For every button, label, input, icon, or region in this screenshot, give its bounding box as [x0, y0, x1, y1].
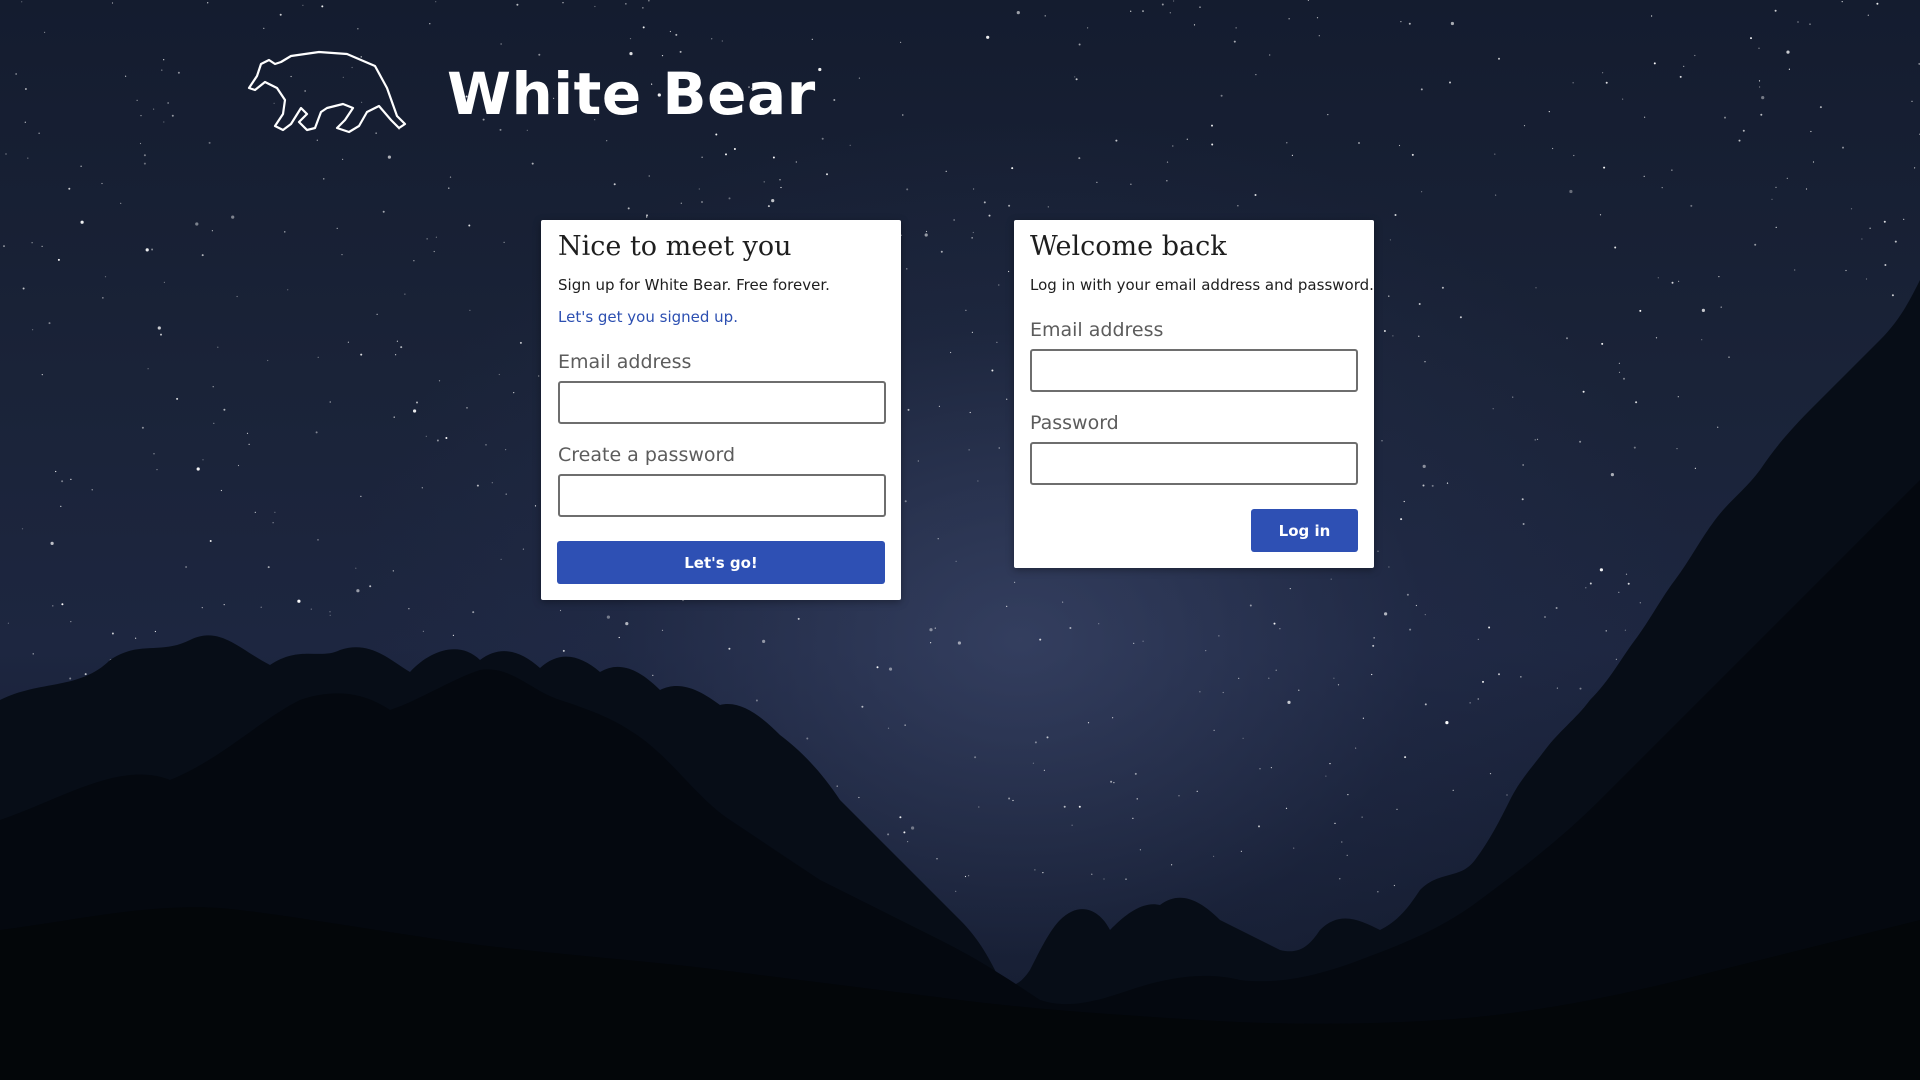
- signup-subtitle: Sign up for White Bear. Free forever.: [558, 276, 830, 294]
- bear-constellation-icon: [247, 50, 407, 134]
- signup-email-label: Email address: [558, 351, 692, 373]
- app-title: White Bear: [447, 60, 816, 128]
- signup-password-label: Create a password: [558, 444, 736, 466]
- login-subtitle: Log in with your email address and passw…: [1030, 276, 1374, 294]
- signup-email-input[interactable]: [558, 381, 886, 424]
- login-email-label: Email address: [1030, 319, 1164, 341]
- signup-card: Nice to meet you Sign up for White Bear.…: [541, 220, 901, 600]
- login-submit-button[interactable]: Log in: [1251, 509, 1358, 552]
- login-email-input[interactable]: [1030, 349, 1358, 392]
- login-heading: Welcome back: [1030, 231, 1227, 262]
- login-password-label: Password: [1030, 412, 1119, 434]
- signup-submit-button[interactable]: Let's go!: [557, 541, 885, 584]
- signup-link[interactable]: Let's get you signed up.: [558, 307, 738, 327]
- login-password-input[interactable]: [1030, 442, 1358, 485]
- signup-heading: Nice to meet you: [558, 231, 792, 262]
- login-card: Welcome back Log in with your email addr…: [1014, 220, 1374, 568]
- tree-silhouette-background: [0, 280, 1920, 1080]
- signup-password-input[interactable]: [558, 474, 886, 517]
